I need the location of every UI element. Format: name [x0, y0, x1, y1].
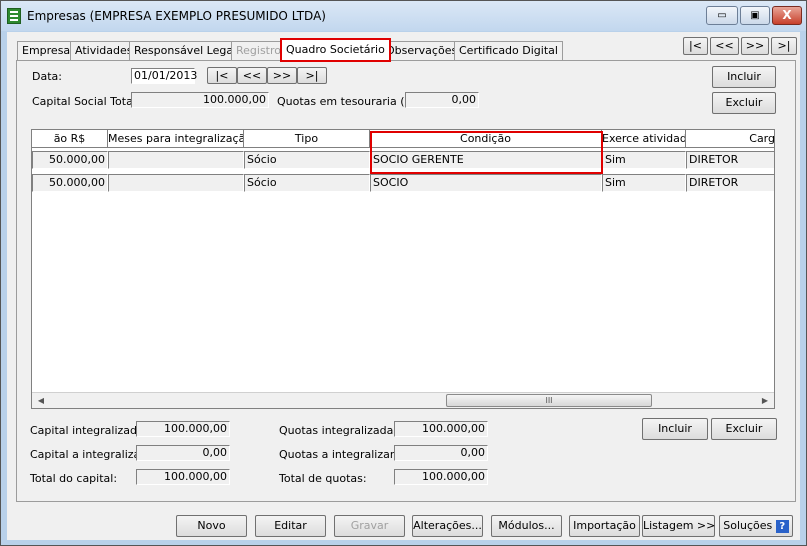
- capital-a-integralizar-field: 0,00: [136, 445, 230, 461]
- cell-tipo[interactable]: Sócio: [244, 174, 370, 192]
- tab-empresa[interactable]: Empresa: [17, 41, 76, 61]
- condicao-highlight: [370, 131, 603, 174]
- solucoes-label: Soluções: [723, 519, 773, 532]
- scroll-thumb[interactable]: III: [446, 394, 652, 407]
- minimize-button[interactable]: ▭: [706, 6, 738, 25]
- capital-integralizado-label: Capital integralizado:: [30, 424, 148, 437]
- cell-cargo[interactable]: DIRETOR: [686, 174, 774, 192]
- column-header-meses[interactable]: Meses para integralização: [108, 130, 244, 148]
- cell-condicao[interactable]: SOCIO: [370, 174, 602, 192]
- quotas-integralizadas-label: Quotas integralizadas:: [279, 424, 403, 437]
- cell-valor[interactable]: 50.000,00: [32, 151, 108, 169]
- incluir-top-button[interactable]: Incluir: [712, 66, 776, 88]
- record-last-button[interactable]: >|: [771, 37, 797, 55]
- excluir-bottom-button[interactable]: Excluir: [711, 418, 777, 440]
- total-capital-field: 100.000,00: [136, 469, 230, 485]
- client-area: Empresa Atividades Responsável Legal Reg…: [7, 32, 800, 540]
- window-title: Empresas (EMPRESA EXEMPLO PRESUMIDO LTDA…: [27, 9, 326, 23]
- tab-responsavel-legal[interactable]: Responsável Legal: [129, 41, 242, 61]
- quotas-integralizadas-field: 100.000,00: [394, 421, 488, 437]
- capital-a-integralizar-label: Capital a integralizar:: [30, 448, 149, 461]
- cell-meses[interactable]: [108, 151, 244, 169]
- date-next-button[interactable]: >>: [267, 67, 297, 84]
- alteracoes-button[interactable]: Alterações...: [412, 515, 483, 537]
- modulos-button[interactable]: Módulos...: [491, 515, 562, 537]
- novo-button[interactable]: Novo: [176, 515, 247, 537]
- total-capital-label: Total do capital:: [30, 472, 118, 485]
- tab-certificado-digital[interactable]: Certificado Digital: [454, 41, 563, 61]
- incluir-bottom-button[interactable]: Incluir: [642, 418, 708, 440]
- date-prev-button[interactable]: <<: [237, 67, 267, 84]
- importacao-button[interactable]: Importação: [569, 515, 640, 537]
- capital-social-field[interactable]: 100.000,00: [131, 92, 269, 108]
- scroll-left-icon[interactable]: ◀: [34, 394, 48, 408]
- scroll-right-icon[interactable]: ▶: [758, 394, 772, 408]
- editar-button[interactable]: Editar: [255, 515, 326, 537]
- tab-quadro-societario[interactable]: Quadro Societário: [280, 38, 391, 62]
- tab-registro: Registro: [231, 41, 287, 61]
- record-first-button[interactable]: |<: [683, 37, 708, 55]
- app-icon: [7, 8, 21, 24]
- tab-atividades[interactable]: Atividades: [70, 41, 138, 61]
- tab-observacoes[interactable]: Observações: [381, 41, 463, 61]
- gravar-button: Gravar: [334, 515, 405, 537]
- capital-integralizado-field: 100.000,00: [136, 421, 230, 437]
- record-prev-button[interactable]: <<: [710, 37, 739, 55]
- column-header-valor[interactable]: ão R$: [32, 130, 108, 148]
- close-button[interactable]: X: [772, 6, 802, 25]
- quotas-tesouraria-label: Quotas em tesouraria (%):: [277, 95, 423, 108]
- column-header-exerce-atividade[interactable]: Exerce atividade: [602, 130, 686, 148]
- date-last-button[interactable]: >|: [297, 67, 327, 84]
- capital-social-label: Capital Social Total:: [32, 95, 140, 108]
- data-field[interactable]: 01/01/2013: [131, 68, 197, 84]
- cell-cargo[interactable]: DIRETOR: [686, 151, 774, 169]
- listagem-button[interactable]: Listagem >>: [642, 515, 715, 537]
- excluir-top-button[interactable]: Excluir: [712, 92, 776, 114]
- cell-exerce-atividade[interactable]: Sim: [602, 174, 686, 192]
- quotas-a-integralizar-label: Quotas a integralizar:: [279, 448, 398, 461]
- cell-tipo[interactable]: Sócio: [244, 151, 370, 169]
- app-window: Empresas (EMPRESA EXEMPLO PRESUMIDO LTDA…: [0, 0, 807, 546]
- cell-valor[interactable]: 50.000,00: [32, 174, 108, 192]
- horizontal-scrollbar[interactable]: ◀ III ▶: [32, 392, 774, 408]
- cell-meses[interactable]: [108, 174, 244, 192]
- solucoes-button[interactable]: Soluções ?: [719, 515, 793, 537]
- data-label: Data:: [32, 70, 62, 83]
- help-icon: ?: [775, 519, 789, 533]
- socios-grid[interactable]: ão R$ Meses para integralização Tipo Con…: [31, 129, 775, 409]
- record-next-button[interactable]: >>: [741, 37, 769, 55]
- maximize-button[interactable]: ▣: [740, 6, 770, 25]
- total-quotas-label: Total de quotas:: [279, 472, 367, 485]
- cell-exerce-atividade[interactable]: Sim: [602, 151, 686, 169]
- total-quotas-field: 100.000,00: [394, 469, 488, 485]
- title-bar: Empresas (EMPRESA EXEMPLO PRESUMIDO LTDA…: [1, 1, 806, 31]
- quotas-a-integralizar-field: 0,00: [394, 445, 488, 461]
- column-header-cargo[interactable]: Carg: [686, 130, 774, 148]
- date-first-button[interactable]: |<: [207, 67, 237, 84]
- column-header-tipo[interactable]: Tipo: [244, 130, 370, 148]
- quotas-tesouraria-field[interactable]: 0,00: [405, 92, 479, 108]
